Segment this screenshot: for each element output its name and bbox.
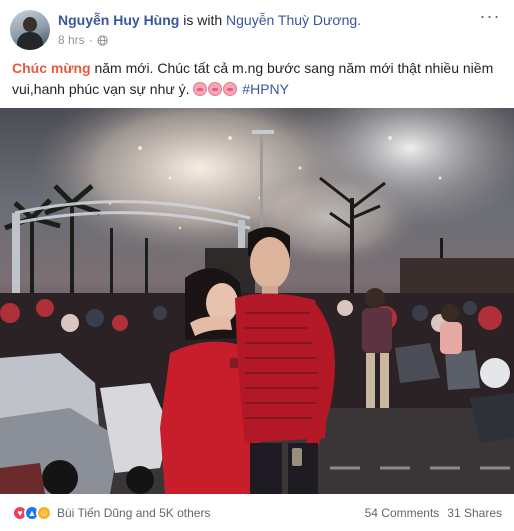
post-meta: 8 hrs · [58, 33, 108, 47]
shares-count[interactable]: 31 Shares [447, 506, 502, 520]
reaction-names[interactable]: Bùi Tiến Dũng and 5K others [57, 506, 210, 520]
post-header: Nguyễn Huy Hùng is with Nguyễn Thuỳ Dươn… [58, 12, 361, 28]
post-footer: ♥ ▲ ☺ Bùi Tiến Dũng and 5K others 54 Com… [0, 494, 514, 531]
globe-icon[interactable] [97, 34, 108, 46]
post-time[interactable]: 8 hrs [58, 33, 85, 47]
post-text: Chúc mừng năm mới. Chúc tất cả m.ng bước… [12, 58, 502, 100]
with-text: is with [183, 12, 223, 28]
post-photo[interactable] [0, 108, 514, 494]
pig-face-icon [193, 82, 208, 96]
reaction-icons[interactable]: ♥ ▲ ☺ [12, 504, 52, 521]
facebook-post: Nguyễn Huy Hùng is with Nguyễn Thuỳ Dươn… [0, 0, 514, 531]
hashtag-link[interactable]: #HPNY [242, 81, 289, 97]
author-avatar[interactable] [10, 10, 50, 50]
tagged-friend[interactable]: Nguyễn Thuỳ Dương. [226, 12, 361, 28]
haha-icon: ☺ [36, 504, 52, 521]
more-options-button[interactable]: ··· [478, 7, 502, 28]
text-highlight: Chúc mừng [12, 60, 91, 76]
post-counts: 54 Comments 31 Shares [365, 506, 502, 520]
avatar-body [17, 32, 43, 50]
meta-separator: · [88, 33, 93, 47]
fireworks-photo-illustration [0, 108, 514, 494]
comments-count[interactable]: 54 Comments [365, 506, 440, 520]
pig-face-icon [208, 82, 223, 96]
author-name[interactable]: Nguyễn Huy Hùng [58, 12, 179, 28]
avatar-head [23, 17, 37, 32]
pig-face-icon [223, 82, 238, 96]
